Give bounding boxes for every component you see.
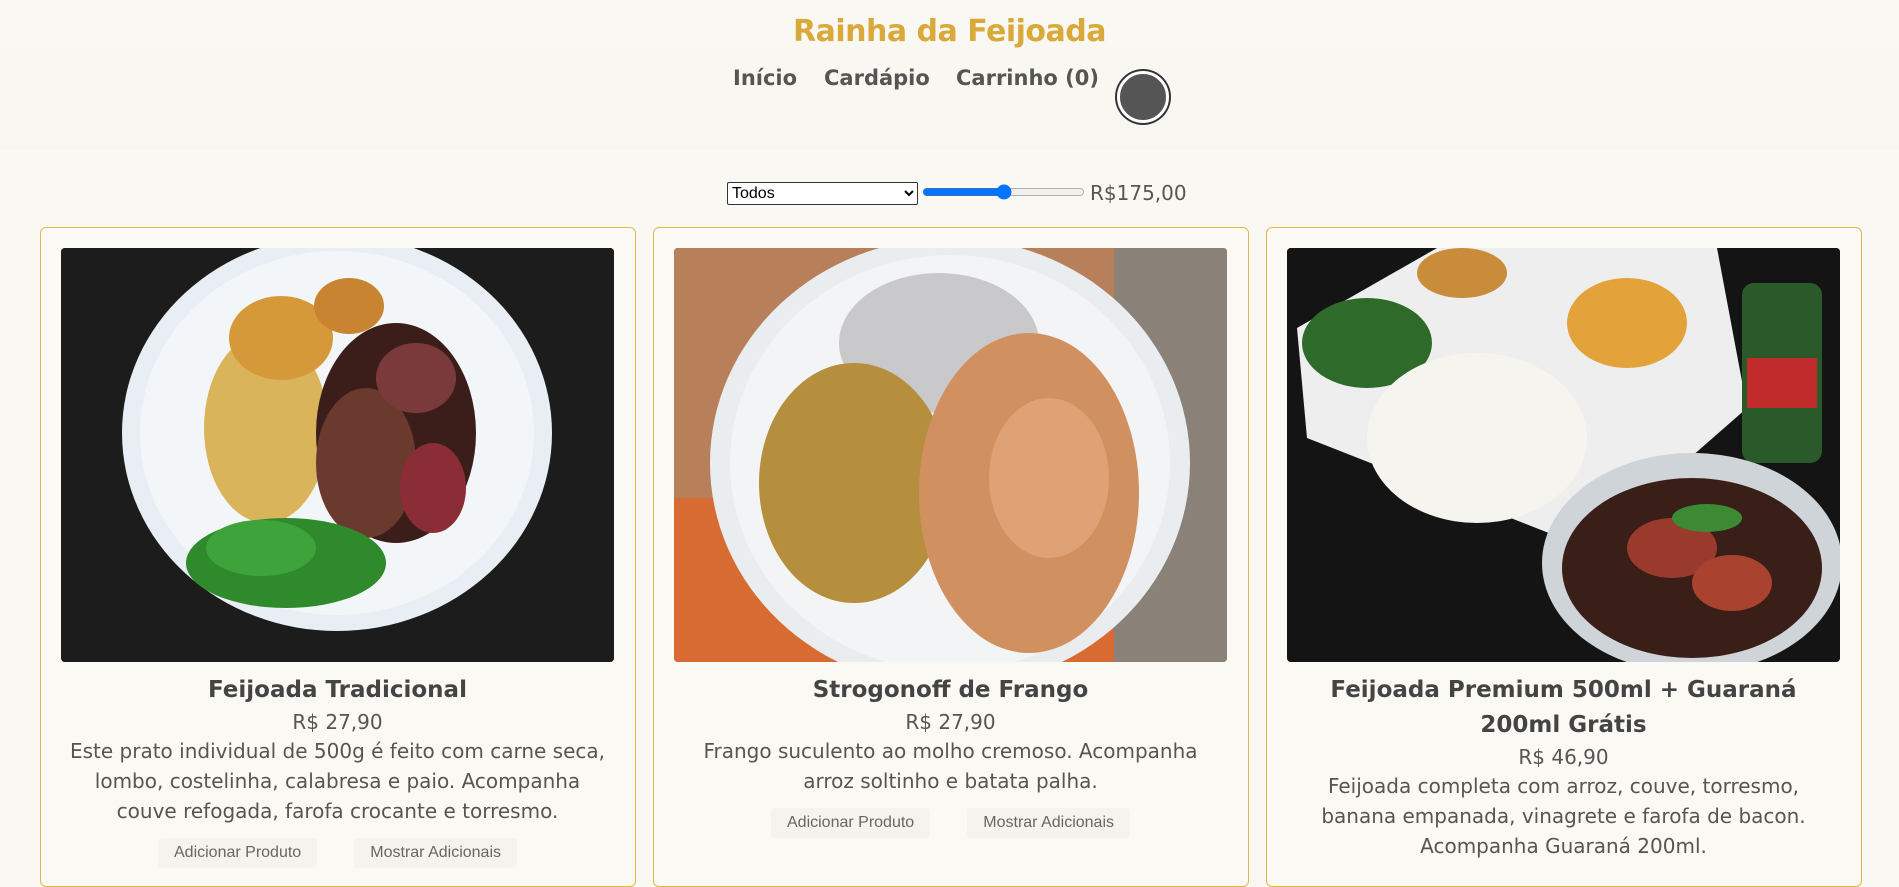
- price-label: R$175,00: [1090, 181, 1187, 205]
- product-image-feijoada-premium: [1287, 248, 1840, 662]
- product-image-strogonoff: [674, 248, 1227, 662]
- product-description: Feijoada completa com arroz, couve, torr…: [1321, 774, 1806, 858]
- nav-cardapio[interactable]: Cardápio: [824, 66, 930, 90]
- avatar[interactable]: [1117, 71, 1169, 123]
- filter-bar: Todos R$175,00: [0, 179, 1899, 209]
- nav-carrinho[interactable]: Carrinho (0): [956, 66, 1099, 90]
- product-image-feijoada: [61, 248, 614, 662]
- product-price: R$ 46,90: [1518, 745, 1609, 769]
- nav-inicio[interactable]: Início: [733, 66, 797, 90]
- price-slider[interactable]: [922, 181, 1085, 203]
- show-extras-button[interactable]: Mostrar Adicionais: [354, 838, 517, 868]
- product-card: Strogonoff de Frango R$ 27,90 Frango suc…: [653, 227, 1249, 887]
- product-price: R$ 27,90: [905, 710, 996, 734]
- product-actions: Adicionar Produto Mostrar Adicionais: [674, 808, 1227, 838]
- product-card: Feijoada Premium 500ml + Guaraná 200ml G…: [1266, 227, 1862, 887]
- product-description: Frango suculento ao molho cremoso. Acomp…: [703, 739, 1198, 793]
- add-product-button[interactable]: Adicionar Produto: [771, 808, 931, 838]
- product-card: Feijoada Tradicional R$ 27,90 Este prato…: [40, 227, 636, 887]
- product-description: Este prato individual de 500g é feito co…: [69, 739, 606, 823]
- product-title: Strogonoff de Frango: [812, 677, 1089, 703]
- add-product-button[interactable]: Adicionar Produto: [158, 838, 318, 868]
- brand-title: Rainha da Feijoada: [793, 14, 1106, 49]
- show-extras-button[interactable]: Mostrar Adicionais: [967, 808, 1130, 838]
- product-title: Feijoada Premium 500ml + Guaraná 200ml G…: [1330, 677, 1797, 738]
- category-select[interactable]: Todos: [727, 182, 918, 205]
- site-header: Rainha da Feijoada Início Cardápio Carri…: [0, 0, 1899, 150]
- product-price: R$ 27,90: [292, 710, 383, 734]
- product-actions: Adicionar Produto Mostrar Adicionais: [61, 838, 614, 868]
- product-title: Feijoada Tradicional: [208, 677, 467, 703]
- main-nav: Início Cardápio Carrinho (0): [0, 66, 1899, 106]
